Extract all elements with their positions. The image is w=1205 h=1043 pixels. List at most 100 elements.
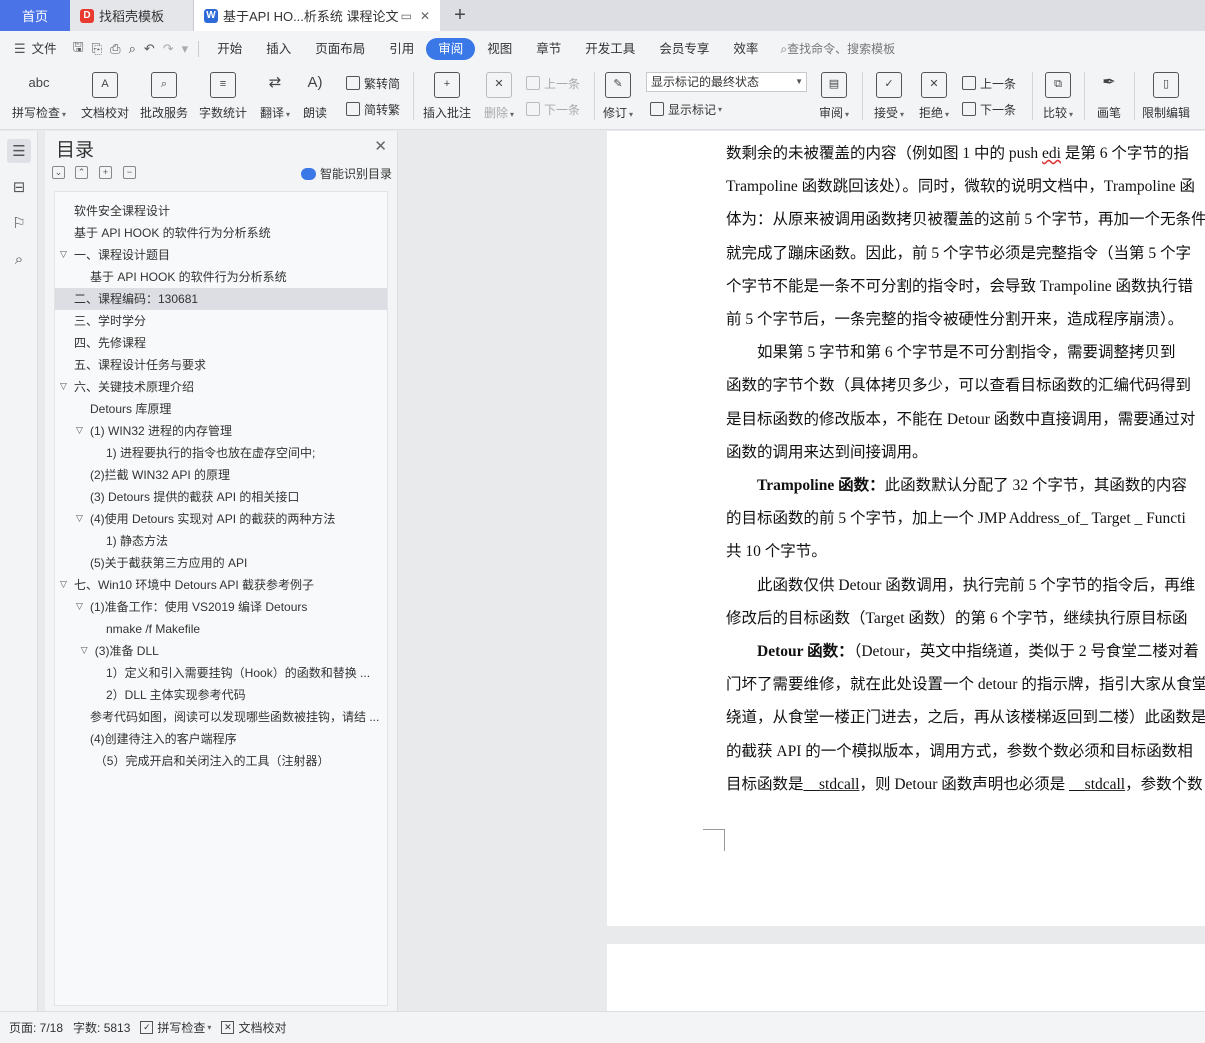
- spell-check-button[interactable]: abc 拼写检查 ▾: [10, 70, 68, 124]
- tab-document[interactable]: W 基于API HO...析系统 课程论文 ▭ ✕: [194, 0, 440, 31]
- toc-item[interactable]: 1) 进程要执行的指令也放在虚存空间中;: [55, 442, 387, 464]
- toc-item[interactable]: nmake /f Makefile: [55, 618, 387, 640]
- prev-comment-button[interactable]: 上一条: [526, 72, 580, 94]
- toc-item[interactable]: 一、课程设计题目: [55, 244, 387, 266]
- toc-item[interactable]: 参考代码如图，阅读可以发现哪些函数被挂钩，请结 ...: [55, 706, 387, 728]
- prev-change-button[interactable]: 上一条: [962, 72, 1016, 94]
- restrict-edit-button[interactable]: ▯ 限制编辑: [1138, 70, 1194, 124]
- track-changes-button[interactable]: ✎ 修订 ▾: [598, 70, 638, 124]
- pen-button[interactable]: ✒ 画笔: [1090, 70, 1128, 124]
- ribbon-toolbar: abc 拼写检查 ▾ A 文档校对 ⌕ 批改服务 ≡ 字数统计 ⇄ 翻译 ▾ A) …: [0, 66, 1205, 130]
- menu-efficiency[interactable]: 效率: [721, 38, 770, 60]
- trad-to-simp-button[interactable]: 繁转简: [346, 72, 400, 94]
- collapse-icon[interactable]: ⌃: [75, 166, 88, 179]
- chapter-icon[interactable]: ⊟: [7, 175, 31, 199]
- outline-icon[interactable]: ☰: [7, 139, 31, 163]
- redo-icon[interactable]: ↷: [159, 41, 178, 57]
- document-line: 共 10 个字节。: [726, 539, 827, 561]
- toc-item[interactable]: (5)关于截获第三方应用的 API: [55, 552, 387, 574]
- next-change-button[interactable]: 下一条: [962, 98, 1016, 120]
- toc-item[interactable]: 三、学时学分: [55, 310, 387, 332]
- accept-button[interactable]: ✓ 接受 ▾: [870, 70, 908, 124]
- menu-insert[interactable]: 插入: [254, 38, 303, 60]
- toc-item[interactable]: (4)创建待注入的客户端程序: [55, 728, 387, 750]
- toc-item[interactable]: （5）完成开启和关闭注入的工具（注射器）: [55, 750, 387, 772]
- word-count-indicator[interactable]: 字数: 5813: [73, 1019, 130, 1036]
- toc-item[interactable]: (1)准备工作：使用 VS2019 编译 Detours: [55, 596, 387, 618]
- command-search[interactable]: ⌕查找命令、搜索模板: [780, 40, 895, 57]
- toc-item[interactable]: 软件安全课程设计: [55, 200, 387, 222]
- toc-item[interactable]: 基于 API HOOK 的软件行为分析系统: [55, 266, 387, 288]
- toc-item[interactable]: 1) 静态方法: [55, 530, 387, 552]
- menu-layout[interactable]: 页面布局: [303, 38, 377, 60]
- menu-developer[interactable]: 开发工具: [573, 38, 647, 60]
- menu-file[interactable]: 文件: [30, 38, 69, 60]
- toc-item[interactable]: (3) Detours 提供的截获 API 的相关接口: [55, 486, 387, 508]
- doc-proof-status[interactable]: ✕ 文档校对: [221, 1019, 286, 1036]
- spell-check-status[interactable]: ✓ 拼写检查 ▾: [140, 1019, 211, 1036]
- chevron-down-icon: ▼: [795, 77, 803, 86]
- toc-item[interactable]: 基于 API HOOK 的软件行为分析系统: [55, 222, 387, 244]
- toc-item[interactable]: 七、Win10 环境中 Detours API 截获参考例子: [55, 574, 387, 596]
- toc-item[interactable]: 六、关键技术原理介绍: [55, 376, 387, 398]
- toc-item[interactable]: (2)拦截 WIN32 API 的原理: [55, 464, 387, 486]
- document-page-next[interactable]: [607, 944, 1205, 1011]
- word-count-button[interactable]: ≡ 字数统计: [196, 70, 250, 124]
- markup-state-select[interactable]: 显示标记的最终状态 ▼: [646, 72, 807, 92]
- undo-icon[interactable]: ↶: [140, 41, 159, 57]
- tab-pin-icon[interactable]: ▭: [401, 9, 412, 23]
- chevron-down-icon[interactable]: ▾: [178, 41, 193, 57]
- remove-icon[interactable]: −: [123, 166, 136, 179]
- add-icon[interactable]: +: [99, 166, 112, 179]
- toc-item[interactable]: 二、课程编码：130681: [55, 288, 387, 310]
- toc-item[interactable]: Detours 库原理: [55, 398, 387, 420]
- export-icon[interactable]: ⎘: [88, 41, 106, 57]
- next-comment-button[interactable]: 下一条: [526, 98, 580, 120]
- new-tab-button[interactable]: +: [440, 0, 480, 31]
- doc-proof-button[interactable]: A 文档校对: [78, 70, 132, 124]
- toc-item[interactable]: 四、先修课程: [55, 332, 387, 354]
- document-line: 函数的调用来达到间接调用。: [726, 440, 928, 462]
- smart-toc-label: 智能识别目录: [319, 167, 392, 181]
- simp-to-trad-button[interactable]: 简转繁: [346, 98, 400, 120]
- document-area[interactable]: 数剩余的未被覆盖的内容（例如图 1 中的 push edi 是第 6 个字节的指…: [399, 131, 1205, 1011]
- document-text: 函数的字节个数（具体拷贝多少，可以查看目标函数的汇编代码得到: [726, 377, 1192, 395]
- toc-item[interactable]: (4)使用 Detours 实现对 API 的截获的两种方法: [55, 508, 387, 530]
- preview-icon[interactable]: ⌕: [125, 41, 140, 57]
- search-icon[interactable]: ⌕: [7, 247, 31, 271]
- reject-button[interactable]: ✕ 拒绝 ▾: [915, 70, 953, 124]
- document-line: 如果第 5 字节和第 6 个字节是不可分割指令，需要调整拷贝到: [726, 340, 1176, 362]
- document-page[interactable]: 数剩余的未被覆盖的内容（例如图 1 中的 push edi 是第 6 个字节的指…: [607, 131, 1205, 926]
- show-markup-button[interactable]: 显示标记 ▾: [650, 98, 722, 120]
- insert-comment-button[interactable]: + 插入批注: [420, 70, 474, 124]
- tab-template[interactable]: D 找稻壳模板: [70, 0, 194, 31]
- menu-view[interactable]: 视图: [475, 38, 524, 60]
- hamburger-icon[interactable]: ☰: [10, 41, 30, 57]
- compare-button[interactable]: ⧉ 比较 ▾: [1038, 70, 1078, 124]
- close-icon[interactable]: ✕: [374, 137, 387, 155]
- menu-review[interactable]: 审阅: [426, 37, 476, 60]
- translate-button[interactable]: ⇄ 翻译 ▾: [255, 70, 295, 124]
- tab-home[interactable]: 首页: [0, 0, 70, 31]
- document-text: __stdcall: [803, 775, 860, 793]
- menu-section[interactable]: 章节: [524, 38, 573, 60]
- menu-member[interactable]: 会员专享: [647, 38, 721, 60]
- print-icon[interactable]: ⎙: [106, 41, 124, 57]
- close-icon[interactable]: ✕: [420, 9, 430, 23]
- toc-item[interactable]: 1）定义和引入需要挂钩（Hook）的函数和替换 ...: [55, 662, 387, 684]
- toc-item[interactable]: 五、课程设计任务与要求: [55, 354, 387, 376]
- menu-reference[interactable]: 引用: [377, 38, 426, 60]
- delete-comment-button[interactable]: ✕ 删除 ▾: [480, 70, 518, 124]
- menu-start[interactable]: 开始: [205, 38, 254, 60]
- batch-service-button[interactable]: ⌕ 批改服务: [137, 70, 191, 124]
- toc-item[interactable]: (1) WIN32 进程的内存管理: [55, 420, 387, 442]
- review-pane-button[interactable]: ▤ 审阅 ▾: [814, 70, 854, 124]
- expand-icon[interactable]: ⌄: [52, 166, 65, 179]
- toc-item[interactable]: (3)准备 DLL: [55, 640, 387, 662]
- save-icon[interactable]: 🖫: [69, 38, 88, 60]
- read-aloud-button[interactable]: A) 朗读: [298, 70, 332, 124]
- bookmark-icon[interactable]: ⚐: [7, 211, 31, 235]
- toc-item[interactable]: 2）DLL 主体实现参考代码: [55, 684, 387, 706]
- smart-toc-button[interactable]: 智能识别目录: [300, 165, 392, 182]
- page-indicator[interactable]: 页面: 7/18: [9, 1019, 63, 1036]
